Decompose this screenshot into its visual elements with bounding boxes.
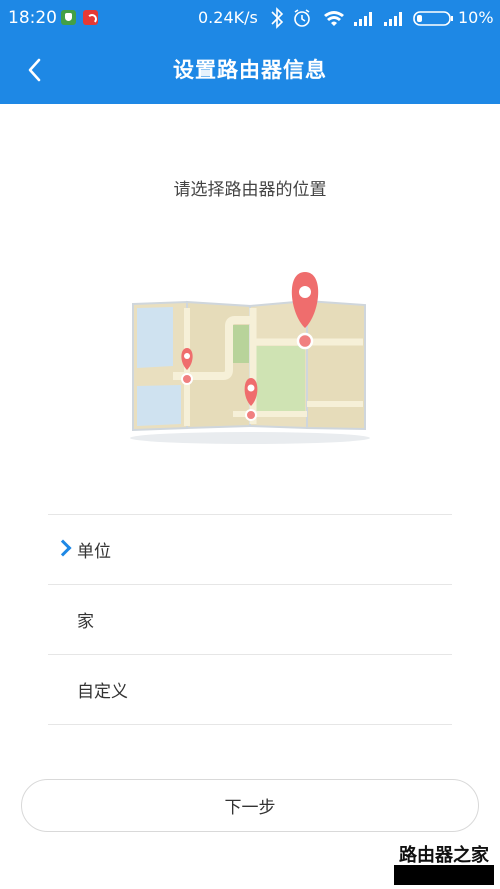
status-time: 18:20 — [8, 8, 57, 28]
shield-notification-icon — [61, 10, 76, 25]
network-speed: 0.24K/s — [198, 8, 258, 27]
status-icons — [271, 7, 453, 29]
page-title: 设置路由器信息 — [173, 58, 327, 82]
bluetooth-icon — [271, 7, 284, 29]
watermark-logo: 路由器之家 — [394, 844, 494, 885]
option-custom[interactable]: 自定义 — [48, 654, 452, 725]
map-illustration — [130, 272, 370, 444]
signal-icon — [384, 12, 402, 26]
option-label: 家 — [77, 612, 94, 632]
wifi-notification-icon — [83, 10, 98, 25]
next-button[interactable]: 下一步 — [21, 779, 479, 832]
map-pin-icon — [244, 378, 258, 421]
signal-icon — [354, 12, 372, 26]
prompt-text: 请选择路由器的位置 — [173, 180, 327, 200]
battery-icon — [413, 11, 453, 26]
option-work[interactable]: 单位 — [48, 514, 452, 584]
option-label: 单位 — [77, 542, 111, 562]
status-bar: 18:20 0.24K/s 10% — [0, 0, 500, 36]
check-icon — [54, 539, 72, 557]
battery-percentage: 10% — [458, 8, 494, 27]
wifi-icon — [324, 11, 344, 26]
alarm-icon — [294, 9, 310, 27]
location-options: 单位 家 自定义 — [48, 514, 452, 725]
option-label: 自定义 — [77, 682, 128, 702]
svg-text:路由器之家: 路由器之家 — [399, 844, 490, 866]
app-bar: 设置路由器信息 — [0, 36, 500, 104]
option-home[interactable]: 家 — [48, 584, 452, 654]
